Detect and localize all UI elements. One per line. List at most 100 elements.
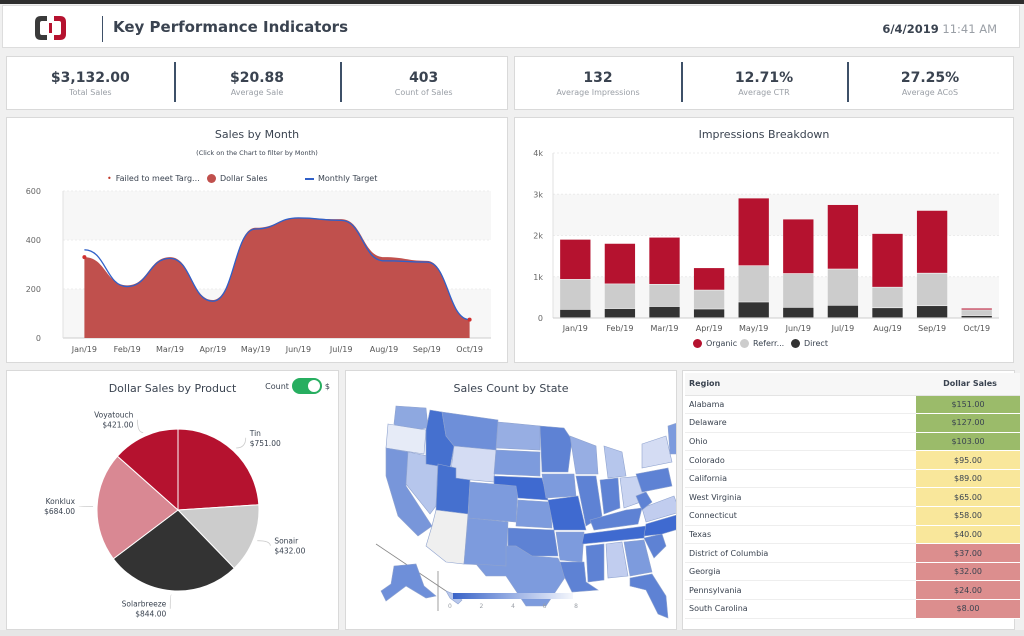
state-minnesota[interactable] xyxy=(539,425,573,473)
state-colorado[interactable] xyxy=(467,481,519,523)
state-kansas[interactable] xyxy=(515,499,553,529)
table-row[interactable]: Texas $40.00 xyxy=(685,525,1020,545)
impressions-chart[interactable]: 0 1k 2k 3k 4k Jan/19 Feb/19 Mar/19 Apr/19 May/19 J… xyxy=(515,146,1013,346)
table-row[interactable]: Georgia $32.00 xyxy=(685,562,1020,582)
legend-item-monthly-target[interactable]: Monthly Target xyxy=(305,174,377,183)
pie-leader-line xyxy=(137,419,144,433)
failed-target-marker[interactable] xyxy=(82,255,87,260)
bar-organic[interactable] xyxy=(827,204,859,269)
bar-referral[interactable] xyxy=(872,287,903,308)
region-cell: Georgia xyxy=(685,562,916,582)
bar-organic[interactable] xyxy=(961,308,992,310)
state-alaska[interactable] xyxy=(380,563,437,602)
table-row[interactable]: Pennsylvania $24.00 xyxy=(685,580,1020,601)
state-michigan[interactable] xyxy=(603,445,627,479)
column-header-region[interactable]: Region xyxy=(685,373,916,396)
bar-referral[interactable] xyxy=(604,284,636,309)
legend-item-dollar-sales[interactable]: Dollar Sales xyxy=(207,174,268,183)
bar-direct[interactable] xyxy=(693,309,725,318)
table-row[interactable]: Alabama $151.00 xyxy=(685,395,1020,415)
bar-referral[interactable] xyxy=(961,310,992,316)
table-row[interactable]: Connecticut $58.00 xyxy=(685,506,1020,526)
bar-referral[interactable] xyxy=(783,273,814,308)
bar-direct[interactable] xyxy=(604,308,636,318)
x-tick-label: Feb/19 xyxy=(606,324,633,333)
bar-direct[interactable] xyxy=(961,315,992,318)
table-row[interactable]: Ohio $103.00 xyxy=(685,432,1020,452)
x-tick-label: Jun/19 xyxy=(285,345,311,354)
state-mississippi[interactable] xyxy=(585,543,605,583)
kpi-total-sales[interactable]: $3,132.00 Total Sales xyxy=(7,70,174,97)
bar-organic[interactable] xyxy=(916,210,948,273)
bar-direct[interactable] xyxy=(649,306,680,318)
kpi-average-sale[interactable]: $20.88 Average Sale xyxy=(173,61,341,102)
state-wisconsin[interactable] xyxy=(569,435,599,475)
state-iowa[interactable] xyxy=(541,473,577,499)
bar-organic[interactable] xyxy=(560,239,591,280)
bar-referral[interactable] xyxy=(916,273,948,306)
legend-item-referral[interactable]: Referr... xyxy=(740,339,784,348)
y-tick-label: 0 xyxy=(538,314,543,323)
table-row[interactable]: California $89.00 xyxy=(685,469,1020,489)
pie-slice-tin[interactable] xyxy=(177,428,260,511)
table-row[interactable]: West Virginia $65.00 xyxy=(685,487,1020,508)
bar-direct[interactable] xyxy=(872,308,903,318)
bar-organic[interactable] xyxy=(649,237,680,284)
legend-item-direct[interactable]: Direct xyxy=(791,339,828,348)
bar-referral[interactable] xyxy=(693,290,725,309)
x-tick-label: Oct/19 xyxy=(456,345,483,354)
state-wyoming[interactable] xyxy=(449,445,497,483)
kpi-average-impressions[interactable]: 132 Average Impressions xyxy=(515,70,681,97)
failed-target-marker[interactable] xyxy=(467,317,472,322)
count-dollar-toggle[interactable] xyxy=(291,378,322,394)
kpi-average-ctr[interactable]: 12.71% Average CTR xyxy=(681,61,847,102)
bar-direct[interactable] xyxy=(560,309,591,318)
dollar-sales-cell: $24.00 xyxy=(916,580,1020,601)
bar-referral[interactable] xyxy=(738,266,769,302)
bar-organic[interactable] xyxy=(693,268,725,290)
state-indiana[interactable] xyxy=(599,477,621,515)
state-missouri[interactable] xyxy=(547,495,587,531)
bar-organic[interactable] xyxy=(738,198,769,266)
state-arizona[interactable] xyxy=(425,509,469,565)
kpi-panel-sales: $3,132.00 Total Sales $20.88 Average Sal… xyxy=(6,56,508,110)
bar-direct[interactable] xyxy=(916,306,948,318)
us-state-map[interactable] xyxy=(346,396,676,626)
table-row[interactable]: Colorado $95.00 xyxy=(685,450,1020,470)
bar-referral[interactable] xyxy=(560,279,591,310)
kpi-average-acos[interactable]: 27.25% Average ACoS xyxy=(847,61,1013,102)
scale-tick: 6 xyxy=(542,603,547,610)
bar-referral[interactable] xyxy=(827,269,859,306)
bar-referral[interactable] xyxy=(649,284,680,307)
toggle-knob xyxy=(307,380,320,392)
state-arkansas[interactable] xyxy=(555,531,585,563)
product-pie-panel: Dollar Sales by Product Count $ Tin $751.… xyxy=(6,370,339,630)
table-row[interactable]: South Carolina $8.00 xyxy=(685,599,1020,619)
x-tick-label: Oct/19 xyxy=(963,324,990,333)
bar-direct[interactable] xyxy=(827,305,859,318)
table-row[interactable]: Delaware $127.00 xyxy=(685,413,1020,433)
bar-organic[interactable] xyxy=(783,219,814,274)
legend-item-failed-target[interactable]: • Failed to meet Targ... xyxy=(107,174,200,183)
header-divider xyxy=(102,16,103,42)
state-florida[interactable] xyxy=(629,573,669,619)
state-north-dakota[interactable] xyxy=(495,421,541,451)
state-map-panel: Sales Count by State 0 2 4 6 8 xyxy=(345,370,677,630)
product-pie-chart[interactable]: Tin$751.00 Sonair$432.00 Solarbreeze$844.0… xyxy=(7,399,340,629)
bar-direct[interactable] xyxy=(783,307,814,318)
scale-tick: 0 xyxy=(448,603,452,610)
legend-item-organic[interactable]: Organic xyxy=(693,339,737,348)
dollar-sales-cell: $37.00 xyxy=(916,543,1020,563)
state-new-york[interactable] xyxy=(641,435,673,469)
state-south-dakota[interactable] xyxy=(493,449,541,477)
state-new-mexico[interactable] xyxy=(463,517,509,567)
column-header-dollar-sales[interactable]: Dollar Sales xyxy=(916,373,1020,396)
sales-by-month-chart[interactable]: 0 200 400 600 Jan/19 Feb/19 Mar/19 Apr/19 May/19… xyxy=(7,186,507,361)
bar-direct[interactable] xyxy=(738,302,769,318)
bar-organic[interactable] xyxy=(872,233,903,287)
table-row[interactable]: District of Columbia $37.00 xyxy=(685,543,1020,563)
kpi-count-of-sales[interactable]: 403 Count of Sales xyxy=(340,61,507,102)
bar-organic[interactable] xyxy=(604,243,636,284)
x-tick-label: Aug/19 xyxy=(370,345,399,354)
state-pennsylvania[interactable] xyxy=(635,467,673,493)
